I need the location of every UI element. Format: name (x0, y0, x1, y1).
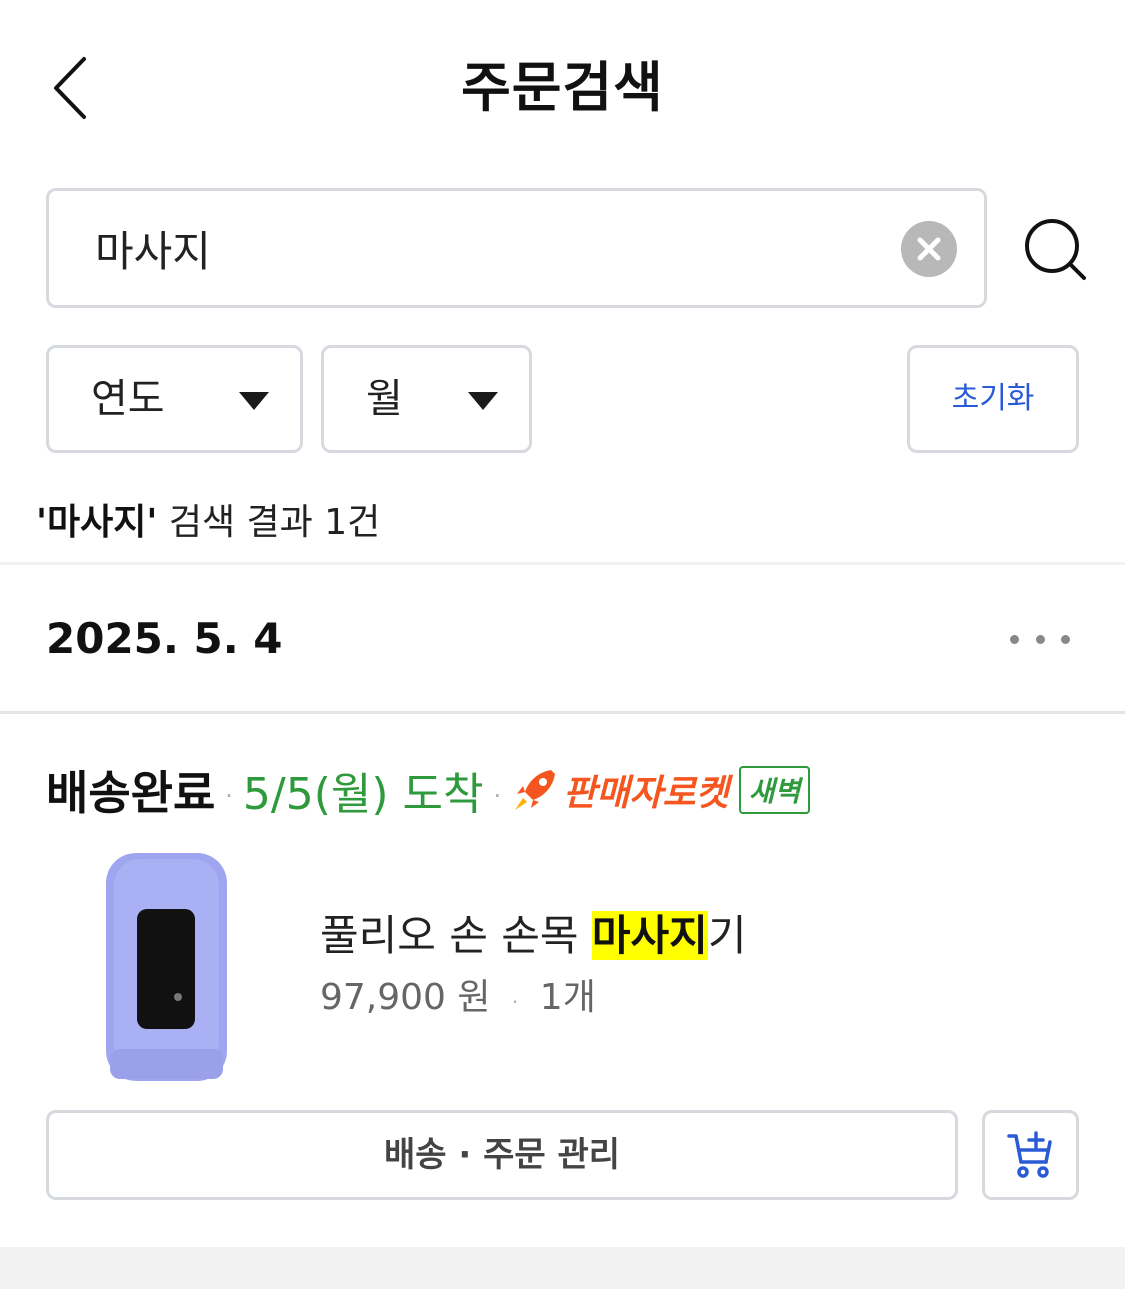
result-count-text: 검색 결과 1건 (157, 502, 381, 543)
more-horizontal-icon (1010, 634, 1019, 644)
result-summary: '마사지' 검색 결과 1건 (36, 498, 380, 548)
clear-search-button[interactable] (901, 221, 957, 277)
search-input[interactable] (95, 191, 875, 305)
product-quantity: 1개 (539, 977, 596, 1018)
month-select[interactable]: 월 (321, 345, 532, 453)
separator-dot: · (511, 990, 519, 1014)
add-to-cart-button[interactable] (982, 1110, 1079, 1200)
add-to-cart-icon (1006, 1131, 1052, 1178)
separator-dot: · (493, 782, 502, 810)
product-name[interactable]: 풀리오 손 손목 마사지기 (320, 908, 746, 964)
caret-down-icon (468, 392, 498, 410)
separator-dot: · (225, 782, 233, 810)
order-card: 2025. 5. 4 배송완료 · 5/5(월) 도착 · 판매자로켓 새벽 풀… (0, 565, 1125, 1247)
dawn-delivery-badge: 새벽 (738, 766, 811, 814)
more-options-button[interactable] (1010, 625, 1070, 653)
caret-down-icon (239, 392, 269, 410)
price-row: 97,900 원 · 1개 (320, 973, 596, 1027)
page-title: 주문검색 (461, 56, 664, 119)
search-button[interactable] (1020, 212, 1092, 284)
product-name-suffix: 기 (707, 911, 747, 960)
year-select-label: 연도 (91, 376, 165, 422)
delivery-type: 판매자로켓 (563, 773, 729, 814)
delivery-status: 배송완료 (46, 766, 216, 820)
search-icon (1025, 219, 1086, 280)
close-icon (917, 237, 941, 261)
product-price: 97,900 원 (320, 977, 491, 1018)
divider (0, 711, 1125, 714)
product-image[interactable] (104, 853, 229, 1081)
arrival-date: 5/5(월) 도착 (242, 769, 484, 820)
search-highlight: 마사지 (591, 911, 708, 960)
result-keyword: '마사지' (36, 502, 158, 543)
delivery-status-row: 배송완료 · 5/5(월) 도착 · 판매자로켓 새벽 (46, 760, 811, 820)
reset-button[interactable]: 초기화 (907, 345, 1079, 453)
year-select[interactable]: 연도 (46, 345, 303, 453)
month-select-label: 월 (366, 376, 403, 422)
seller-rocket-badge: 판매자로켓 새벽 (511, 764, 811, 816)
order-date: 2025. 5. 4 (46, 614, 283, 663)
product-name-prefix: 풀리오 손 손목 (320, 911, 592, 960)
search-header-panel: 주문검색 연도 월 초기화 '마사지' 검색 결과 1건 (0, 0, 1125, 562)
search-box (46, 188, 987, 308)
delivery-order-manage-button[interactable]: 배송 · 주문 관리 (46, 1110, 958, 1200)
rocket-icon (515, 770, 556, 810)
